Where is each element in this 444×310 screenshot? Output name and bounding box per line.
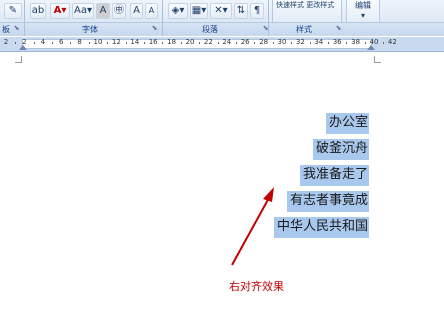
ruler-tick	[328, 42, 329, 44]
character-shading-button[interactable]: A	[96, 3, 110, 19]
ruler-tick-label: 14	[130, 38, 140, 46]
ruler-tick-label: 16	[148, 38, 158, 46]
ruler-tick	[88, 42, 90, 44]
show-marks-button[interactable]: ¶	[250, 3, 264, 19]
ruler-tick-label: 20	[185, 38, 195, 46]
ruler-tick	[107, 42, 109, 44]
enclose-characters-button[interactable]: ㊥	[112, 3, 126, 19]
group-separator	[268, 0, 269, 36]
left-indent-marker[interactable]	[19, 45, 27, 50]
ruler-tick	[217, 42, 219, 44]
word-window: ✎ ab A▾ Aa▾ A ㊥ A A ◈▾ ▦▾ ✕▾ ⇅ ¶ 快速样式 更改…	[0, 0, 444, 310]
margin-corner-mark	[15, 56, 22, 63]
ruler-tick	[144, 42, 145, 44]
ruler-tick-label: 18	[167, 38, 177, 46]
ruler-tick-label: 42	[387, 38, 397, 46]
group-separator	[24, 0, 25, 36]
text-line[interactable]: 中华人民共和国	[273, 215, 369, 241]
ruler-tick	[199, 42, 201, 44]
margin-corner-mark	[374, 56, 381, 63]
ruler-tick-label: 26	[240, 38, 250, 46]
text-line[interactable]: 有志者事竟成	[274, 189, 369, 215]
borders-button[interactable]: ▦▾	[190, 3, 208, 19]
ruler-tick	[15, 42, 17, 44]
ruler-tick	[236, 42, 237, 44]
ruler-tick-label: 34	[314, 38, 324, 46]
ribbon: ✎ ab A▾ Aa▾ A ㊥ A A ◈▾ ▦▾ ✕▾ ⇅ ¶ 快速样式 更改…	[0, 0, 444, 36]
shading-button[interactable]: ◈▾	[168, 3, 188, 19]
clipboard-group-label: 板	[2, 25, 10, 34]
ruler-tick-label: 28	[259, 38, 269, 46]
clipboard-launcher-icon[interactable]: ⬊	[12, 24, 21, 33]
ruler-tick	[364, 42, 366, 44]
selected-text[interactable]: 有志者事竟成	[286, 191, 369, 212]
styles-launcher-icon[interactable]: ⬊	[334, 24, 343, 33]
document-page[interactable]: 办公室 破釜沉舟 我准备走了 有志者事竟成 中华人民共和国	[0, 53, 444, 310]
ruler-tick-label: 24	[222, 38, 232, 46]
ruler-tick-label: 32	[295, 38, 305, 46]
ruler-tick-label: 12	[111, 38, 121, 46]
ruler-tick-label: 6	[58, 38, 64, 46]
ruler-tick	[52, 42, 53, 44]
font-launcher-icon[interactable]: ⬊	[150, 24, 159, 33]
ruler-tick-label: 36	[332, 38, 342, 46]
styles-text: 快速样式 更改样式	[276, 1, 335, 9]
font-group-label: 字体	[82, 25, 98, 34]
ruler-tick	[254, 42, 256, 44]
highlight-color-button[interactable]: ab	[30, 3, 46, 19]
paragraph-group-label: 段落	[202, 25, 218, 34]
ruler-tick-label: 2	[3, 38, 9, 46]
font-color-button[interactable]: A▾	[50, 3, 70, 19]
annotation-caption: 右对齐效果	[229, 280, 284, 293]
ruler-tick	[346, 42, 348, 44]
ruler-tick-label: 4	[40, 38, 46, 46]
styles-group-label: 样式	[296, 25, 312, 34]
selected-text[interactable]: 办公室	[325, 113, 369, 134]
right-aligned-text[interactable]: 办公室 破釜沉舟 我准备走了 有志者事竟成 中华人民共和国	[273, 111, 369, 241]
ruler-tick	[291, 42, 293, 44]
ruler-tick	[162, 42, 164, 44]
text-line[interactable]: 办公室	[274, 111, 369, 137]
group-separator	[162, 0, 163, 36]
ruler-tick	[125, 42, 127, 44]
shrink-font-button[interactable]: A	[145, 3, 158, 19]
sort-button[interactable]: ⇅	[234, 3, 248, 19]
horizontal-ruler[interactable]: 2 2 4 6 8 10 12 14 16 18 20 22 24 26 28 30 32 34 36 38 40 42	[0, 37, 444, 52]
ruler-tick	[180, 42, 182, 44]
ruler-tick	[383, 42, 385, 44]
ruler-tick	[309, 42, 311, 44]
ruler-tick	[272, 42, 274, 44]
text-line[interactable]: 破釜沉舟	[274, 137, 369, 163]
text-line[interactable]: 我准备走了	[274, 163, 369, 189]
grow-font-button[interactable]: A	[130, 3, 143, 19]
format-painter-button[interactable]: ✎	[4, 3, 22, 19]
selected-text[interactable]: 我准备走了	[299, 165, 369, 186]
ruler-tick-label: 22	[203, 38, 213, 46]
ruler-tick	[70, 42, 72, 44]
ruler-tick-label: 38	[351, 38, 361, 46]
ruler-tick-label: 10	[93, 38, 103, 46]
right-indent-marker[interactable]	[367, 45, 375, 50]
change-case-button[interactable]: Aa▾	[72, 3, 94, 19]
selected-text[interactable]: 中华人民共和国	[273, 217, 369, 238]
ruler-tick-label: 8	[77, 38, 82, 46]
selected-text[interactable]: 破釜沉舟	[312, 139, 369, 160]
ruler-tick-label: 30	[277, 38, 287, 46]
ribbon-group-labels: 板 ⬊ 字体 ⬊ 段落 ⬊ 样式 ⬊	[0, 22, 444, 36]
chinese-layout-button[interactable]: ✕▾	[210, 3, 232, 19]
ruler-tick	[33, 42, 35, 44]
